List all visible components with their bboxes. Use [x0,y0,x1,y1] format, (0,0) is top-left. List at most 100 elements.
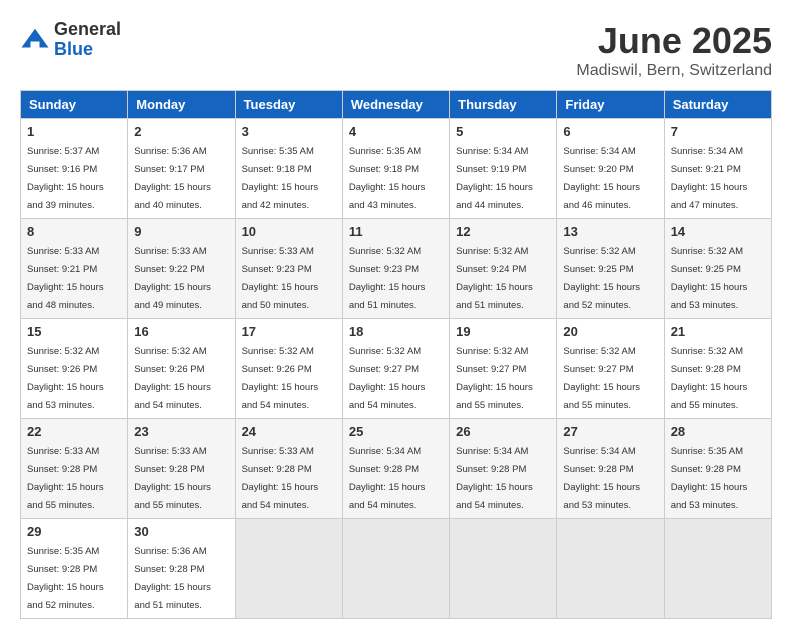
day-number: 29 [27,524,121,539]
location: Madiswil, Bern, Switzerland [576,62,772,80]
day-number: 26 [456,424,550,439]
calendar-day: 23 Sunrise: 5:33 AMSunset: 9:28 PMDaylig… [128,419,235,519]
day-number: 5 [456,124,550,139]
day-number: 22 [27,424,121,439]
empty-cell [557,519,664,619]
calendar-week: 29 Sunrise: 5:35 AMSunset: 9:28 PMDaylig… [21,519,772,619]
day-info: Sunrise: 5:33 AMSunset: 9:28 PMDaylight:… [27,446,104,511]
calendar-day: 7 Sunrise: 5:34 AMSunset: 9:21 PMDayligh… [664,119,771,219]
day-number: 23 [134,424,228,439]
calendar-day: 25 Sunrise: 5:34 AMSunset: 9:28 PMDaylig… [342,419,449,519]
day-info: Sunrise: 5:32 AMSunset: 9:25 PMDaylight:… [563,246,640,311]
day-number: 14 [671,224,765,239]
day-number: 12 [456,224,550,239]
header-row: Sunday Monday Tuesday Wednesday Thursday… [21,91,772,119]
title-area: June 2025 Madiswil, Bern, Switzerland [576,20,772,80]
day-info: Sunrise: 5:32 AMSunset: 9:25 PMDaylight:… [671,246,748,311]
day-info: Sunrise: 5:33 AMSunset: 9:22 PMDaylight:… [134,246,211,311]
calendar-week: 22 Sunrise: 5:33 AMSunset: 9:28 PMDaylig… [21,419,772,519]
calendar-day: 8 Sunrise: 5:33 AMSunset: 9:21 PMDayligh… [21,219,128,319]
day-number: 24 [242,424,336,439]
calendar-week: 8 Sunrise: 5:33 AMSunset: 9:21 PMDayligh… [21,219,772,319]
day-info: Sunrise: 5:36 AMSunset: 9:28 PMDaylight:… [134,546,211,611]
logo-blue: Blue [54,40,121,60]
day-number: 10 [242,224,336,239]
calendar-day: 28 Sunrise: 5:35 AMSunset: 9:28 PMDaylig… [664,419,771,519]
day-number: 7 [671,124,765,139]
calendar-day: 9 Sunrise: 5:33 AMSunset: 9:22 PMDayligh… [128,219,235,319]
day-number: 8 [27,224,121,239]
day-info: Sunrise: 5:32 AMSunset: 9:27 PMDaylight:… [563,346,640,411]
empty-cell [342,519,449,619]
calendar-day: 16 Sunrise: 5:32 AMSunset: 9:26 PMDaylig… [128,319,235,419]
day-info: Sunrise: 5:32 AMSunset: 9:26 PMDaylight:… [134,346,211,411]
day-number: 18 [349,324,443,339]
day-number: 4 [349,124,443,139]
logo: General Blue [20,20,121,60]
calendar-day: 27 Sunrise: 5:34 AMSunset: 9:28 PMDaylig… [557,419,664,519]
day-info: Sunrise: 5:34 AMSunset: 9:21 PMDaylight:… [671,146,748,211]
calendar-week: 1 Sunrise: 5:37 AMSunset: 9:16 PMDayligh… [21,119,772,219]
day-info: Sunrise: 5:35 AMSunset: 9:28 PMDaylight:… [671,446,748,511]
calendar-day: 5 Sunrise: 5:34 AMSunset: 9:19 PMDayligh… [450,119,557,219]
day-number: 25 [349,424,443,439]
calendar-day: 19 Sunrise: 5:32 AMSunset: 9:27 PMDaylig… [450,319,557,419]
day-info: Sunrise: 5:33 AMSunset: 9:21 PMDaylight:… [27,246,104,311]
empty-cell [664,519,771,619]
day-info: Sunrise: 5:32 AMSunset: 9:23 PMDaylight:… [349,246,426,311]
calendar-day: 24 Sunrise: 5:33 AMSunset: 9:28 PMDaylig… [235,419,342,519]
day-info: Sunrise: 5:36 AMSunset: 9:17 PMDaylight:… [134,146,211,211]
calendar-day: 22 Sunrise: 5:33 AMSunset: 9:28 PMDaylig… [21,419,128,519]
col-friday: Friday [557,91,664,119]
empty-cell [450,519,557,619]
day-number: 17 [242,324,336,339]
day-info: Sunrise: 5:34 AMSunset: 9:19 PMDaylight:… [456,146,533,211]
day-number: 19 [456,324,550,339]
day-number: 6 [563,124,657,139]
calendar-day: 13 Sunrise: 5:32 AMSunset: 9:25 PMDaylig… [557,219,664,319]
calendar-week: 15 Sunrise: 5:32 AMSunset: 9:26 PMDaylig… [21,319,772,419]
day-info: Sunrise: 5:32 AMSunset: 9:27 PMDaylight:… [349,346,426,411]
calendar-day: 12 Sunrise: 5:32 AMSunset: 9:24 PMDaylig… [450,219,557,319]
day-info: Sunrise: 5:34 AMSunset: 9:28 PMDaylight:… [563,446,640,511]
day-info: Sunrise: 5:32 AMSunset: 9:24 PMDaylight:… [456,246,533,311]
calendar-day: 2 Sunrise: 5:36 AMSunset: 9:17 PMDayligh… [128,119,235,219]
page-header: General Blue June 2025 Madiswil, Bern, S… [20,20,772,80]
col-tuesday: Tuesday [235,91,342,119]
calendar-day: 20 Sunrise: 5:32 AMSunset: 9:27 PMDaylig… [557,319,664,419]
calendar-day: 14 Sunrise: 5:32 AMSunset: 9:25 PMDaylig… [664,219,771,319]
col-sunday: Sunday [21,91,128,119]
calendar-day: 11 Sunrise: 5:32 AMSunset: 9:23 PMDaylig… [342,219,449,319]
day-number: 2 [134,124,228,139]
logo-text: General Blue [54,20,121,60]
calendar-day: 17 Sunrise: 5:32 AMSunset: 9:26 PMDaylig… [235,319,342,419]
day-info: Sunrise: 5:34 AMSunset: 9:28 PMDaylight:… [456,446,533,511]
calendar-day: 4 Sunrise: 5:35 AMSunset: 9:18 PMDayligh… [342,119,449,219]
day-info: Sunrise: 5:35 AMSunset: 9:18 PMDaylight:… [242,146,319,211]
col-saturday: Saturday [664,91,771,119]
day-info: Sunrise: 5:37 AMSunset: 9:16 PMDaylight:… [27,146,104,211]
calendar-day: 26 Sunrise: 5:34 AMSunset: 9:28 PMDaylig… [450,419,557,519]
day-info: Sunrise: 5:32 AMSunset: 9:28 PMDaylight:… [671,346,748,411]
calendar-day: 3 Sunrise: 5:35 AMSunset: 9:18 PMDayligh… [235,119,342,219]
calendar-day: 30 Sunrise: 5:36 AMSunset: 9:28 PMDaylig… [128,519,235,619]
calendar-day: 18 Sunrise: 5:32 AMSunset: 9:27 PMDaylig… [342,319,449,419]
logo-icon [20,25,50,55]
empty-cell [235,519,342,619]
day-number: 1 [27,124,121,139]
day-info: Sunrise: 5:35 AMSunset: 9:28 PMDaylight:… [27,546,104,611]
calendar: Sunday Monday Tuesday Wednesday Thursday… [20,90,772,619]
day-number: 28 [671,424,765,439]
calendar-day: 21 Sunrise: 5:32 AMSunset: 9:28 PMDaylig… [664,319,771,419]
day-number: 16 [134,324,228,339]
col-thursday: Thursday [450,91,557,119]
day-number: 3 [242,124,336,139]
day-number: 20 [563,324,657,339]
day-info: Sunrise: 5:33 AMSunset: 9:28 PMDaylight:… [134,446,211,511]
calendar-day: 6 Sunrise: 5:34 AMSunset: 9:20 PMDayligh… [557,119,664,219]
col-wednesday: Wednesday [342,91,449,119]
day-info: Sunrise: 5:32 AMSunset: 9:27 PMDaylight:… [456,346,533,411]
day-info: Sunrise: 5:33 AMSunset: 9:28 PMDaylight:… [242,446,319,511]
day-number: 13 [563,224,657,239]
calendar-day: 10 Sunrise: 5:33 AMSunset: 9:23 PMDaylig… [235,219,342,319]
